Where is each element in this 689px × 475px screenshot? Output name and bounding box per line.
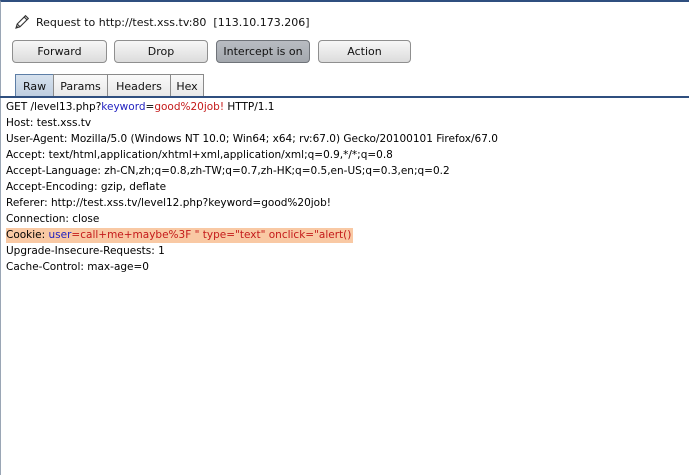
request-info: Request to http://test.xss.tv:80 [113.10… [13, 12, 309, 32]
header-user-agent: User-Agent: Mozilla/5.0 (Windows NT 10.0… [6, 133, 498, 145]
tab-raw[interactable]: Raw [15, 74, 54, 98]
tab-hex[interactable]: Hex [170, 74, 204, 98]
tab-params[interactable]: Params [53, 74, 108, 98]
forward-button[interactable]: Forward [12, 40, 107, 63]
header-connection: Connection: close [6, 213, 100, 225]
header-cookie-highlighted: Cookie: user=call+me+maybe%3F " type="te… [6, 228, 354, 243]
pencil-icon [15, 14, 30, 29]
header-upgrade-insecure-requests: Upgrade-Insecure-Requests: 1 [6, 245, 165, 257]
raw-request-editor[interactable]: GET /level13.php?keyword=good%20job! HTT… [0, 98, 689, 475]
header-host: Host: test.xss.tv [6, 117, 92, 129]
header-referer: Referer: http://test.xss.tv/level12.php?… [6, 197, 331, 209]
header-accept: Accept: text/html,application/xhtml+xml,… [6, 149, 393, 161]
header-accept-encoding: Accept-Encoding: gzip, deflate [6, 181, 167, 193]
intercept-toggle-button[interactable]: Intercept is on [216, 40, 310, 63]
tab-headers[interactable]: Headers [107, 74, 171, 98]
intercept-toolbar-panel: Request to http://test.xss.tv:80 [113.10… [0, 0, 689, 98]
message-view-tabs: Raw Params Headers Hex [15, 74, 204, 98]
request-target-label: Request to http://test.xss.tv:80 [113.10… [36, 15, 310, 29]
param-name: keyword [101, 101, 146, 113]
request-line-path: GET /level13.php? [6, 101, 102, 113]
cookie-equals: = [71, 229, 81, 241]
cookie-label: Cookie: [6, 229, 49, 241]
drop-button[interactable]: Drop [114, 40, 208, 63]
param-equals: = [145, 101, 155, 113]
header-accept-language: Accept-Language: zh-CN,zh;q=0.8,zh-TW;q=… [6, 165, 450, 177]
cookie-value: call+me+maybe%3F " type="text" onclick="… [80, 229, 352, 241]
http-version: HTTP/1.1 [224, 101, 275, 113]
header-cache-control: Cache-Control: max-age=0 [6, 261, 149, 273]
request-line: GET /level13.php?keyword=good%20job! HTT… [6, 100, 275, 115]
param-value: good%20job! [154, 101, 225, 113]
action-button[interactable]: Action [318, 40, 411, 63]
cookie-name: user [48, 229, 72, 241]
